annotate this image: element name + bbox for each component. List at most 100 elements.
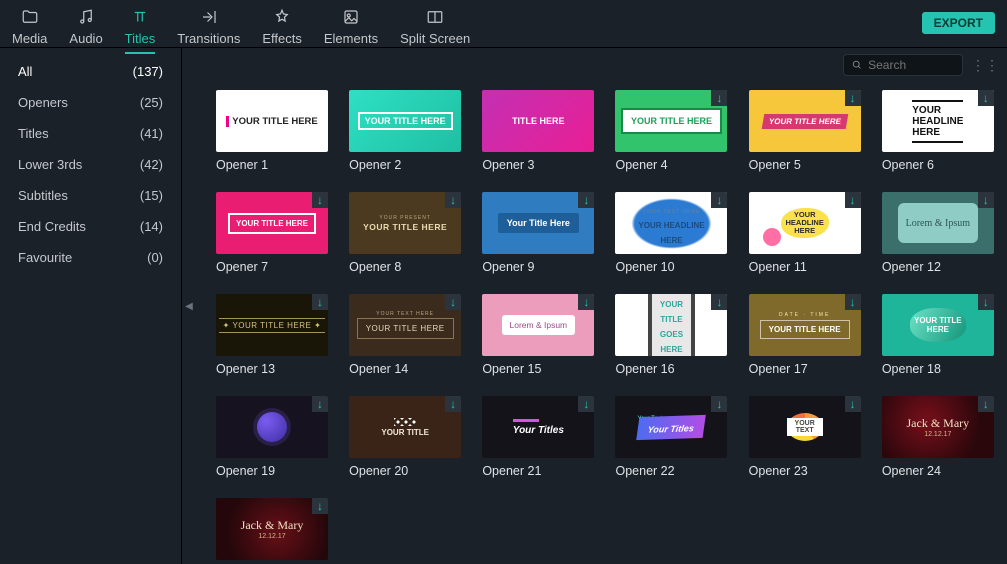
title-card-label: Opener 7 (216, 260, 328, 274)
title-card-label: Opener 22 (615, 464, 727, 478)
title-card[interactable]: ✦ YOUR TITLE HERE ✦ ↓ Opener 13 (216, 294, 328, 376)
title-thumbnail[interactable]: Your TextYour Titles ↓ (615, 396, 727, 458)
title-thumbnail[interactable]: YOUR TITLE ↓ (349, 396, 461, 458)
download-icon[interactable]: ↓ (978, 90, 994, 106)
title-card[interactable]: Your Title Here ↓ Opener 9 (482, 192, 594, 274)
title-card[interactable]: YOUR HEADLINE HERE ↓ Opener 11 (749, 192, 861, 274)
download-icon[interactable]: ↓ (845, 90, 861, 106)
sidebar-item-openers[interactable]: Openers(25) (0, 87, 181, 118)
title-card[interactable]: YOUR TITLE HERE Opener 1 (216, 90, 328, 172)
sidebar-item-all[interactable]: All(137) (0, 56, 181, 87)
download-icon[interactable]: ↓ (445, 192, 461, 208)
title-thumbnail[interactable]: ✦ YOUR TITLE HERE ✦ ↓ (216, 294, 328, 356)
title-card[interactable]: YOUR TITLE HERE ↓ Opener 4 (615, 90, 727, 172)
title-card[interactable]: Your TextYour Titles ↓ Opener 22 (615, 396, 727, 478)
title-thumbnail[interactable]: YOUR TITLE HERE (349, 90, 461, 152)
title-thumbnail[interactable]: YOUR PRESENTYOUR TITLE HERE ↓ (349, 192, 461, 254)
download-icon[interactable]: ↓ (711, 90, 727, 106)
title-card[interactable]: YOURTITLEGOESHERE ↓ Opener 16 (615, 294, 727, 376)
title-card[interactable]: YOUR TITLE HERE ↓ Opener 5 (749, 90, 861, 172)
title-card[interactable]: YOUR TEXT HEREYOUR HEADLINE HERE ↓ Opene… (615, 192, 727, 274)
download-icon[interactable]: ↓ (312, 498, 328, 514)
title-card[interactable]: YOUR TITLE HERE ↓ Opener 18 (882, 294, 994, 376)
export-button[interactable]: EXPORT (922, 12, 995, 34)
download-icon[interactable]: ↓ (711, 396, 727, 412)
title-thumbnail[interactable]: TITLE HERE (482, 90, 594, 152)
title-card-label: Opener 11 (749, 260, 861, 274)
download-icon[interactable]: ↓ (312, 396, 328, 412)
download-icon[interactable]: ↓ (578, 294, 594, 310)
title-thumbnail[interactable]: Lorem & Ipsum ↓ (482, 294, 594, 356)
title-thumbnail[interactable]: Your Titles ↓ (482, 396, 594, 458)
download-icon[interactable]: ↓ (578, 192, 594, 208)
sidebar-item-subtitles[interactable]: Subtitles(15) (0, 180, 181, 211)
title-thumbnail[interactable]: YOUR TEXT HEREYOUR TITLE HERE ↓ (349, 294, 461, 356)
title-card[interactable]: Lorem & Ipsum ↓ Opener 15 (482, 294, 594, 376)
title-thumbnail[interactable]: Jack & Mary12.12.17 ↓ (882, 396, 994, 458)
tab-label: Titles (125, 31, 156, 46)
sidebar-item-favourite[interactable]: Favourite(0) (0, 242, 181, 273)
sidebar-item-label: All (18, 64, 32, 79)
download-icon[interactable]: ↓ (445, 294, 461, 310)
title-card-label: Opener 12 (882, 260, 994, 274)
sidebar-item-lower3rds[interactable]: Lower 3rds(42) (0, 149, 181, 180)
titles-grid: YOUR TITLE HERE Opener 1 YOUR TITLE HERE… (196, 76, 1007, 564)
title-card[interactable]: YOUR TITLE HERE Opener 2 (349, 90, 461, 172)
title-thumbnail[interactable]: Your Title Here ↓ (482, 192, 594, 254)
title-thumbnail[interactable]: YOURTITLEGOESHERE ↓ (615, 294, 727, 356)
search-box[interactable] (843, 54, 963, 76)
download-icon[interactable]: ↓ (312, 192, 328, 208)
search-input[interactable] (868, 58, 954, 72)
download-icon[interactable]: ↓ (578, 396, 594, 412)
elements-icon (342, 8, 360, 29)
download-icon[interactable]: ↓ (978, 294, 994, 310)
title-card-label: Opener 5 (749, 158, 861, 172)
title-thumbnail[interactable]: ↓ (216, 396, 328, 458)
download-icon[interactable]: ↓ (845, 294, 861, 310)
title-thumbnail[interactable]: Lorem & Ipsum ↓ (882, 192, 994, 254)
download-icon[interactable]: ↓ (845, 396, 861, 412)
title-card[interactable]: YOURHEADLINEHERE ↓ Opener 6 (882, 90, 994, 172)
download-icon[interactable]: ↓ (445, 396, 461, 412)
title-card[interactable]: ↓ Opener 19 (216, 396, 328, 478)
download-icon[interactable]: ↓ (978, 192, 994, 208)
title-thumbnail[interactable]: YOUR TITLE HERE ↓ (882, 294, 994, 356)
title-card[interactable]: YOUR TEXT ↓ Opener 23 (749, 396, 861, 478)
title-card[interactable]: Lorem & Ipsum ↓ Opener 12 (882, 192, 994, 274)
title-thumbnail[interactable]: Jack & Mary12.12.17 ↓ (216, 498, 328, 560)
sidebar-item-label: End Credits (18, 219, 86, 234)
sidebar-item-label: Openers (18, 95, 68, 110)
panel-drag-handle[interactable]: ⋮⋮ (971, 61, 999, 69)
title-card[interactable]: YOUR TEXT HEREYOUR TITLE HERE ↓ Opener 1… (349, 294, 461, 376)
title-card[interactable]: Jack & Mary12.12.17 ↓ Opener 24 (882, 396, 994, 478)
download-icon[interactable]: ↓ (845, 192, 861, 208)
title-card[interactable]: Your Titles ↓ Opener 21 (482, 396, 594, 478)
title-thumbnail[interactable]: YOUR TEXT ↓ (749, 396, 861, 458)
title-thumbnail[interactable]: DATE · TIMEYOUR TITLE HERE ↓ (749, 294, 861, 356)
title-thumbnail[interactable]: YOURHEADLINEHERE ↓ (882, 90, 994, 152)
title-card[interactable]: YOUR PRESENTYOUR TITLE HERE ↓ Opener 8 (349, 192, 461, 274)
title-card-label: Opener 1 (216, 158, 328, 172)
download-icon[interactable]: ↓ (711, 192, 727, 208)
title-thumbnail[interactable]: YOUR TITLE HERE ↓ (749, 90, 861, 152)
sidebar-item-count: (15) (140, 188, 163, 203)
title-card[interactable]: YOUR TITLE HERE ↓ Opener 7 (216, 192, 328, 274)
download-icon[interactable]: ↓ (711, 294, 727, 310)
tab-label: Transitions (177, 31, 240, 46)
title-thumbnail[interactable]: YOUR TITLE HERE (216, 90, 328, 152)
title-thumbnail[interactable]: YOUR TITLE HERE ↓ (615, 90, 727, 152)
title-thumbnail[interactable]: YOUR HEADLINE HERE ↓ (749, 192, 861, 254)
sidebar-collapse-handle[interactable]: ◀ (182, 48, 196, 564)
sidebar-item-endcredits[interactable]: End Credits(14) (0, 211, 181, 242)
title-card[interactable]: TITLE HERE Opener 3 (482, 90, 594, 172)
title-thumbnail[interactable]: YOUR TITLE HERE ↓ (216, 192, 328, 254)
title-card-label: Opener 20 (349, 464, 461, 478)
title-card[interactable]: DATE · TIMEYOUR TITLE HERE ↓ Opener 17 (749, 294, 861, 376)
title-card[interactable]: YOUR TITLE ↓ Opener 20 (349, 396, 461, 478)
title-thumbnail[interactable]: YOUR TEXT HEREYOUR HEADLINE HERE ↓ (615, 192, 727, 254)
category-sidebar: All(137)Openers(25)Titles(41)Lower 3rds(… (0, 48, 182, 564)
sidebar-item-titles[interactable]: Titles(41) (0, 118, 181, 149)
download-icon[interactable]: ↓ (312, 294, 328, 310)
title-card[interactable]: Jack & Mary12.12.17 ↓ Opener 25 (216, 498, 328, 564)
download-icon[interactable]: ↓ (978, 396, 994, 412)
